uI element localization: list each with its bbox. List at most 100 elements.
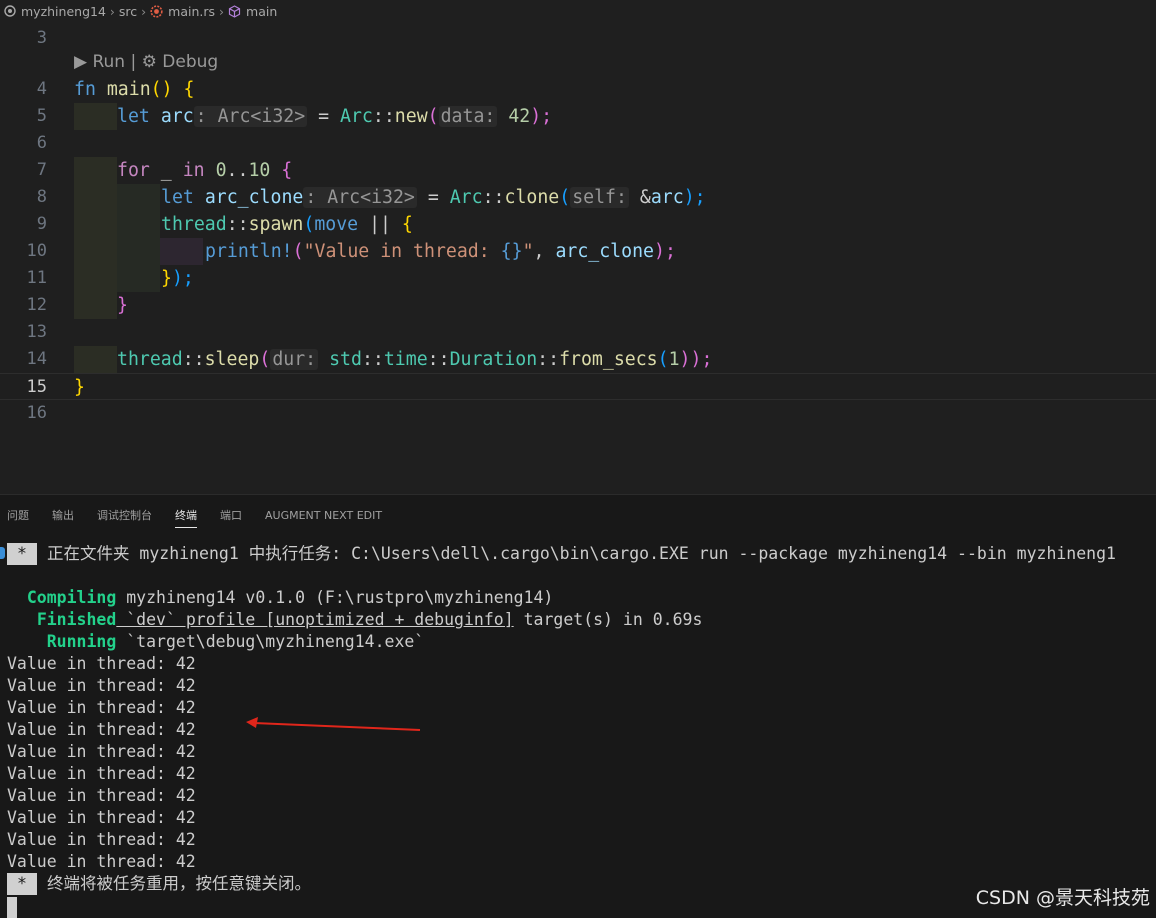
debug-codelens[interactable]: ⚙ Debug bbox=[142, 52, 219, 72]
breadcrumb-project[interactable]: myzhineng14 bbox=[4, 4, 106, 19]
status-compiling: Compiling bbox=[26, 588, 117, 607]
function-token: spawn bbox=[248, 214, 304, 235]
output-line: Value in thread: 42 bbox=[7, 852, 196, 871]
keyword-token: move bbox=[314, 214, 359, 235]
output-line: Value in thread: 42 bbox=[7, 808, 196, 827]
path-separator: :: bbox=[482, 187, 505, 208]
path-separator: :: bbox=[361, 349, 384, 370]
punctuation-token: ( bbox=[657, 349, 669, 370]
keyword-token: let bbox=[161, 187, 194, 208]
tab-augment-next-edit[interactable]: AUGMENT NEXT EDIT bbox=[265, 505, 382, 526]
terminal[interactable]: * 正在文件夹 myzhineng1 中执行任务: C:\Users\dell\.… bbox=[0, 535, 1156, 918]
current-code-line[interactable]: 15 } bbox=[0, 373, 1156, 400]
punctuation-token: } bbox=[74, 377, 85, 398]
code-line[interactable]: 9 thread::spawn(move || { bbox=[0, 211, 1156, 238]
indent-guide bbox=[74, 292, 117, 319]
code-text: let arc_clone: Arc<i32> = Arc::clone(sel… bbox=[161, 184, 706, 211]
terminal-line: Compiling myzhineng14 v0.1.0 (F:\rustpro… bbox=[7, 587, 554, 609]
code-line[interactable]: 3 bbox=[0, 25, 1156, 52]
code-line[interactable]: 7 for _ in 0..10 { bbox=[0, 157, 1156, 184]
panel-tabs: 问题 输出 调试控制台 终端 端口 AUGMENT NEXT EDIT bbox=[0, 495, 405, 535]
output-line: Value in thread: 42 bbox=[7, 698, 196, 717]
code-line[interactable]: 14 thread::sleep(dur: std::time::Duratio… bbox=[0, 346, 1156, 373]
output-line: Value in thread: 42 bbox=[7, 786, 196, 805]
code-text: } bbox=[117, 292, 128, 319]
parameter-hint: dur: bbox=[270, 349, 319, 370]
path-separator: :: bbox=[182, 349, 205, 370]
string-token: " bbox=[522, 241, 534, 262]
line-number: 3 bbox=[36, 28, 47, 48]
codelens-separator: | bbox=[130, 52, 137, 72]
chevron-right-icon: › bbox=[219, 3, 225, 19]
tab-output[interactable]: 输出 bbox=[52, 503, 74, 527]
path-separator: :: bbox=[537, 349, 560, 370]
punctuation-token: )); bbox=[679, 349, 713, 370]
bottom-panel: 问题 输出 调试控制台 终端 端口 AUGMENT NEXT EDIT * 正在文… bbox=[0, 494, 1156, 918]
breadcrumb-project-label: myzhineng14 bbox=[21, 3, 106, 19]
operator-token: .. bbox=[226, 160, 249, 181]
code-text: thread::sleep(dur: std::time::Duration::… bbox=[117, 346, 712, 373]
function-token: sleep bbox=[204, 349, 260, 370]
run-codelens[interactable]: ▶ Run bbox=[74, 52, 125, 72]
code-line[interactable]: 13 bbox=[0, 319, 1156, 346]
indent-guide bbox=[74, 211, 117, 238]
operator-token: || bbox=[358, 214, 391, 235]
path-separator: :: bbox=[226, 214, 249, 235]
punctuation-token: () { bbox=[150, 79, 195, 100]
keyword-token: in bbox=[182, 160, 205, 181]
path-separator: :: bbox=[427, 349, 450, 370]
line-number: 11 bbox=[26, 268, 47, 288]
run-codelens-label: Run bbox=[92, 52, 126, 72]
punctuation-token: , bbox=[533, 241, 556, 262]
red-arrow-annotation bbox=[246, 717, 421, 731]
code-line[interactable]: 10 println!("Value in thread: {}", arc_c… bbox=[0, 238, 1156, 265]
variable-token: arc_clone bbox=[555, 241, 654, 262]
output-line: Value in thread: 42 bbox=[7, 720, 196, 739]
keyword-token: fn bbox=[74, 79, 96, 100]
indent-guide bbox=[117, 265, 160, 292]
line-number: 10 bbox=[26, 241, 47, 261]
terminal-cursor bbox=[7, 897, 17, 918]
code-line[interactable]: 12 } bbox=[0, 292, 1156, 319]
tab-debug-console[interactable]: 调试控制台 bbox=[97, 503, 152, 527]
keyword-token: for bbox=[117, 160, 150, 181]
breadcrumb-file-label: main.rs bbox=[168, 3, 216, 19]
code-line[interactable]: 4 fn main() { bbox=[0, 76, 1156, 103]
code-line[interactable]: 8 let arc_clone: Arc<i32> = Arc::clone(s… bbox=[0, 184, 1156, 211]
code-text: fn main() { bbox=[74, 76, 194, 103]
punctuation-token: ( bbox=[259, 349, 271, 370]
parameter-hint: data: bbox=[438, 106, 498, 127]
code-line[interactable]: 16 bbox=[0, 400, 1156, 427]
terminal-line: Running `target\debug\myzhineng14.exe` bbox=[7, 631, 425, 653]
function-token: from_secs bbox=[559, 349, 658, 370]
tab-problems[interactable]: 问题 bbox=[7, 503, 29, 527]
indent-guide bbox=[74, 346, 117, 373]
breadcrumb-file[interactable]: main.rs bbox=[150, 4, 215, 19]
code-line[interactable]: 11 }); bbox=[0, 265, 1156, 292]
terminal-text: target(s) in 0.69s bbox=[513, 610, 703, 629]
code-line[interactable]: 5 let arc: Arc<i32> = Arc::new(data: 42)… bbox=[0, 103, 1156, 130]
type-token: Arc bbox=[449, 187, 483, 208]
task-star-badge: * bbox=[7, 543, 37, 565]
breadcrumb-folder[interactable]: src bbox=[119, 4, 137, 19]
code-text: for _ in 0..10 { bbox=[117, 157, 292, 184]
number-token: 1 bbox=[668, 349, 680, 370]
status-running: Running bbox=[46, 632, 117, 651]
tab-ports[interactable]: 端口 bbox=[220, 503, 242, 527]
play-icon: ▶ bbox=[74, 52, 88, 72]
code-text: }); bbox=[161, 265, 194, 292]
method-cube-icon bbox=[228, 4, 241, 18]
code-line[interactable]: 6 bbox=[0, 130, 1156, 157]
variable-token: arc bbox=[650, 187, 684, 208]
punctuation-token: { bbox=[270, 160, 293, 181]
gear-icon: ⚙ bbox=[141, 52, 157, 72]
string-token: "Value in thread: bbox=[303, 241, 501, 262]
number-token: 42 bbox=[508, 106, 531, 127]
code-editor[interactable]: 3 ▶ Run | ⚙ Debug 4 fn main() { 5 let ar… bbox=[0, 22, 1156, 494]
line-number: 15 bbox=[26, 377, 47, 397]
function-token: clone bbox=[504, 187, 560, 208]
breadcrumb-symbol[interactable]: main bbox=[228, 4, 277, 19]
tab-terminal[interactable]: 终端 bbox=[175, 503, 197, 528]
format-placeholder: {} bbox=[500, 241, 523, 262]
status-finished: Finished bbox=[36, 610, 117, 629]
